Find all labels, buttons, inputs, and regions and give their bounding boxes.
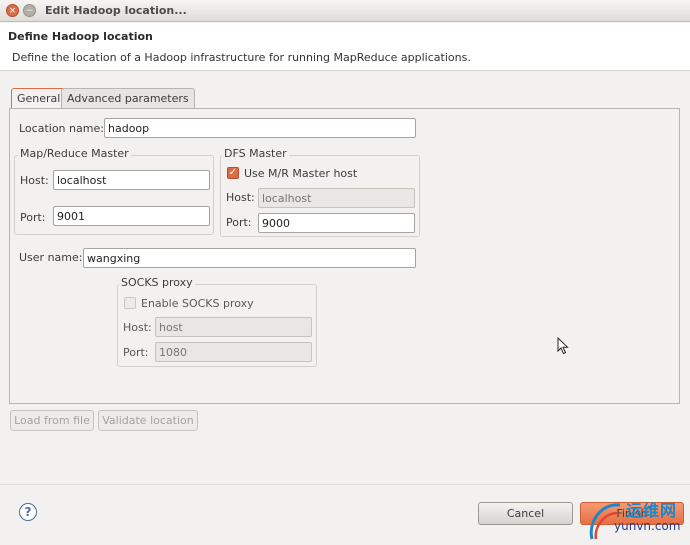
dfs-master-title: DFS Master: [222, 147, 289, 160]
use-mr-master-host-checkbox[interactable]: ✓: [227, 167, 239, 179]
page-description: Define the location of a Hadoop infrastr…: [12, 51, 471, 64]
tab-advanced-parameters[interactable]: Advanced parameters: [61, 88, 195, 108]
socks-proxy-title: SOCKS proxy: [119, 276, 195, 289]
watermark-cn-text: 运维网: [626, 501, 678, 520]
tab-general[interactable]: General: [11, 88, 67, 109]
socks-host-label: Host:: [123, 321, 152, 334]
mr-port-input[interactable]: [53, 206, 210, 226]
help-icon[interactable]: ?: [19, 503, 37, 521]
location-name-label: Location name:: [19, 122, 104, 135]
user-name-input[interactable]: [83, 248, 416, 268]
window-title: Edit Hadoop location...: [45, 4, 187, 17]
enable-socks-proxy-checkbox[interactable]: [124, 297, 136, 309]
mr-host-input[interactable]: [53, 170, 210, 190]
mr-master-title: Map/Reduce Master: [18, 147, 131, 160]
cancel-button[interactable]: Cancel: [478, 502, 573, 525]
dfs-port-label: Port:: [226, 216, 252, 229]
minimize-window-icon[interactable]: −: [23, 4, 36, 17]
site-watermark: 运维网 yunvn.com: [586, 497, 690, 545]
load-from-file-button[interactable]: Load from file: [10, 410, 94, 431]
watermark-url-text: yunvn.com: [614, 519, 681, 533]
socks-host-input: [155, 317, 312, 337]
enable-socks-proxy-label[interactable]: Enable SOCKS proxy: [141, 297, 254, 310]
validate-location-button[interactable]: Validate location: [98, 410, 198, 431]
dfs-host-input: [258, 188, 415, 208]
mr-port-label: Port:: [20, 211, 46, 224]
mouse-cursor-icon: [557, 337, 569, 355]
location-name-input[interactable]: [104, 118, 416, 138]
close-window-icon[interactable]: ×: [6, 4, 19, 17]
mr-host-label: Host:: [20, 174, 49, 187]
dfs-port-input[interactable]: [258, 213, 415, 233]
window-titlebar: × − Edit Hadoop location...: [0, 0, 690, 22]
socks-port-label: Port:: [123, 346, 149, 359]
socks-port-input: [155, 342, 312, 362]
user-name-label: User name:: [19, 251, 83, 264]
wizard-header: Define Hadoop location Define the locati…: [0, 23, 690, 71]
page-title: Define Hadoop location: [8, 30, 153, 43]
dfs-host-label: Host:: [226, 191, 255, 204]
use-mr-master-host-label[interactable]: Use M/R Master host: [244, 167, 357, 180]
